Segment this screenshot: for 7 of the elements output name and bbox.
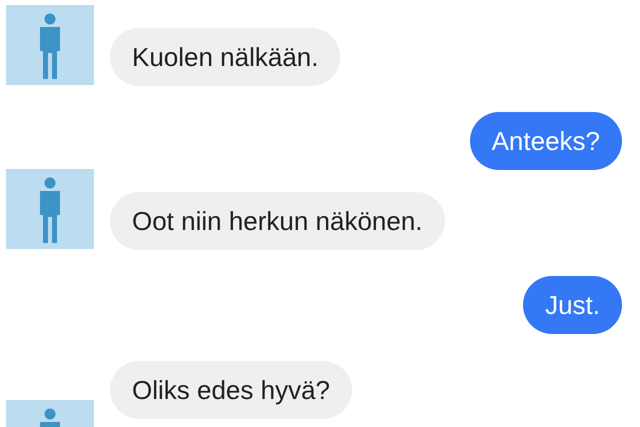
incoming-message: Oliks edes hyvä?: [110, 361, 352, 419]
incoming-message: Oot niin herkun näkönen.: [110, 192, 445, 250]
outgoing-message: Anteeks?: [470, 112, 622, 170]
incoming-message: Kuolen nälkään.: [110, 28, 340, 86]
person-avatar-icon: [6, 5, 94, 85]
person-avatar-icon: [6, 169, 94, 249]
outgoing-message: Just.: [523, 276, 622, 334]
